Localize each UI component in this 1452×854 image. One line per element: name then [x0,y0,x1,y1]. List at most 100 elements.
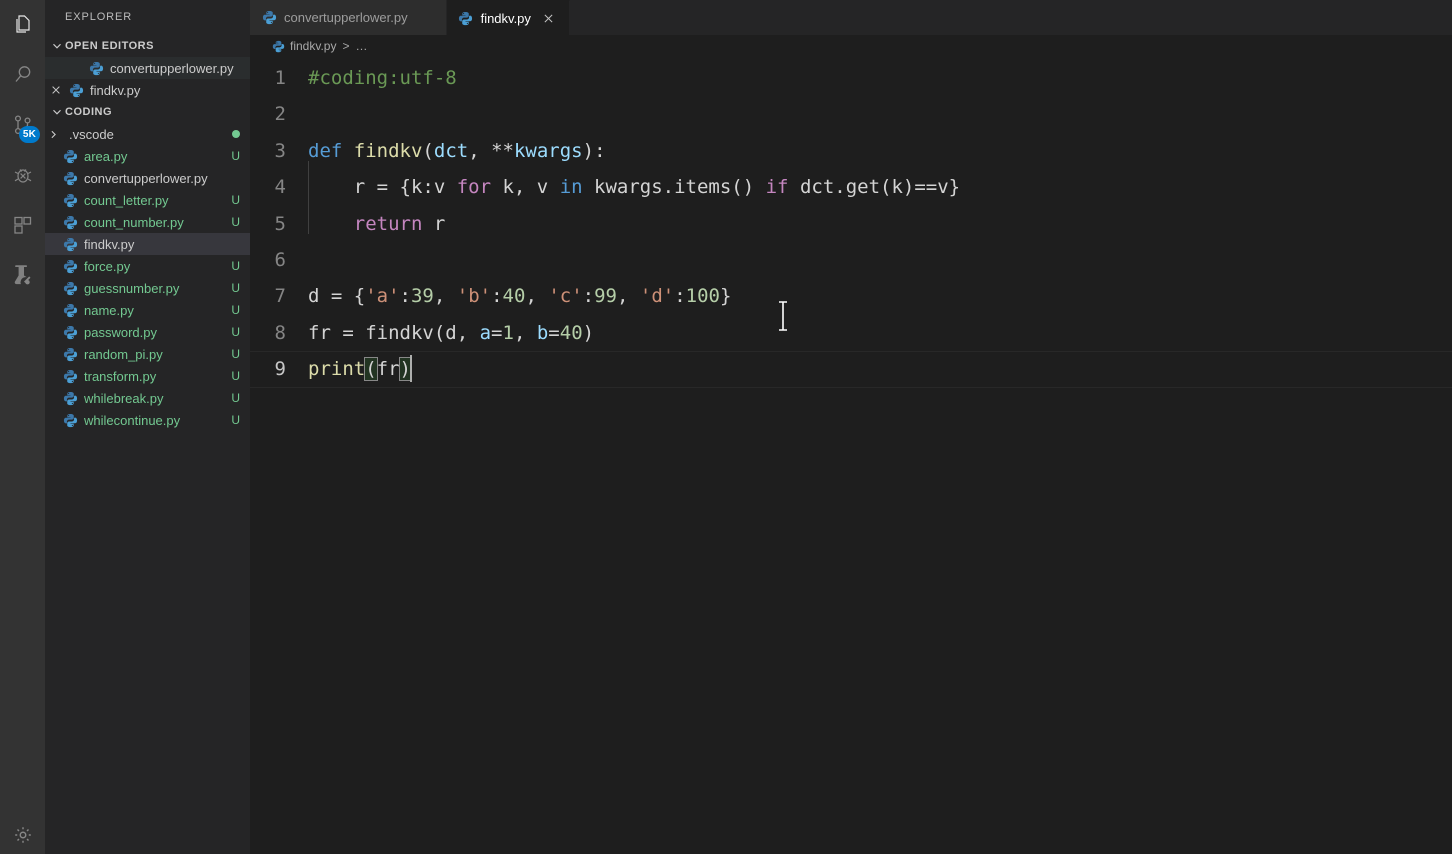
activity-bar-item-source-control[interactable]: 5K [0,100,45,150]
token-keyword: def [308,139,343,162]
explorer-item-vscode[interactable]: .vscode [45,123,250,145]
token-control: if [765,176,789,199]
line-number: 5 [274,212,286,235]
explorer-item-whilecontinue-py[interactable]: whilecontinue.py U [45,409,250,431]
explorer-item-label: findkv.py [84,236,135,252]
git-status-badge: U [231,193,240,207]
code-line[interactable]: 5 return r [250,197,1452,242]
breadcrumb-file[interactable]: findkv.py [290,39,336,53]
python-file-icon [61,259,79,274]
open-editor-item-convertupperlower[interactable]: convertupperlower.py [45,57,250,79]
activity-bar-item-search[interactable] [0,50,45,100]
git-status-badge: U [231,149,240,163]
git-modified-dot-icon [232,130,240,138]
tab-findkv-py[interactable]: findkv.py [446,0,570,35]
activity-bar-item-testing[interactable] [0,250,45,300]
line-number: 6 [274,248,286,271]
token-string: 'd' [639,285,675,308]
git-status-badge: U [231,347,240,361]
open-editor-label: findkv.py [90,82,141,98]
breadcrumb-tail[interactable]: … [355,39,367,53]
explorer-item-transform-py[interactable]: transform.py U [45,365,250,387]
explorer-item-count-letter-py[interactable]: count_letter.py U [45,189,250,211]
code-line[interactable]: 3 def findkv(dct, **kwargs): [250,133,1452,169]
git-status-badge: U [231,281,240,295]
chevron-right-icon [45,128,61,141]
code-line[interactable]: 6 [250,242,1452,278]
token-punct: : [491,285,503,308]
activity-bar-item-manage-settings[interactable] [0,816,45,854]
line-content[interactable]: def findkv(dct, **kwargs): [308,133,1452,169]
explorer-item-whilebreak-py[interactable]: whilebreak.py U [45,387,250,409]
code-line[interactable]: 2 [250,96,1452,132]
explorer-item-name-py[interactable]: name.py U [45,299,250,321]
token-punct: : [582,285,595,308]
python-file-icon [260,10,278,25]
git-status-badge: U [231,259,240,273]
token-plain: fr [376,358,400,381]
python-file-icon [61,237,79,252]
token-punct: , [617,285,640,308]
explorer-item-password-py[interactable]: password.py U [45,321,250,343]
explorer-item-label: area.py [84,148,128,164]
explorer-item-convertupperlower-py[interactable]: convertupperlower.py [45,167,250,189]
line-content[interactable]: print(fr) [308,351,1452,387]
token-plain: k, v [491,176,560,199]
python-file-icon [61,281,79,296]
explorer-item-findkv-py[interactable]: findkv.py [45,233,250,255]
code-line[interactable]: 1 #coding:utf-8 [250,60,1452,96]
line-content[interactable]: return r [308,197,1452,242]
section-header-coding[interactable]: CODING [45,101,250,123]
close-icon[interactable] [45,84,67,96]
explorer-item-count-number-py[interactable]: count_number.py U [45,211,250,233]
token-string: 'c' [548,285,583,308]
code-lines: 1 #coding:utf-8 2 3 def findkv(dct, **kw… [250,57,1452,388]
explorer-item-area-py[interactable]: area.py U [45,145,250,167]
python-file-icon [61,413,79,428]
line-number: 4 [274,176,286,199]
explorer-item-label: guessnumber.py [84,280,180,296]
tab-convertupperlower-py[interactable]: convertupperlower.py [250,0,447,35]
explorer-item-force-py[interactable]: force.py U [45,255,250,277]
explorer-item-label: convertupperlower.py [84,170,208,186]
code-line[interactable]: 4 r = {k:v for k, v in kwargs.items() if… [250,161,1452,205]
token-control: for [456,176,492,199]
line-content[interactable]: r = {k:v for k, v in kwargs.items() if d… [308,161,1452,205]
python-file-icon [61,369,79,384]
code-line[interactable]: 7 d = {'a':39, 'b':40, 'c':99, 'd':100} [250,278,1452,314]
code-line[interactable]: 8 fr = findkv(d, a=1, b=40) [250,315,1452,351]
tab-label: convertupperlower.py [284,10,408,25]
token-punct: ( [422,139,434,162]
section-label-open-editors: OPEN EDITORS [65,40,154,52]
files-icon [11,13,35,37]
sidebar-explorer: EXPLORER OPEN EDITORS convertupperlower.… [45,0,250,854]
extensions-icon [11,213,35,237]
code-line-active[interactable]: 9 print(fr) [250,351,1452,388]
activity-bar-item-extensions[interactable] [0,200,45,250]
python-file-icon [61,347,79,362]
chevron-down-icon [49,101,65,123]
editor-tabs: convertupperlower.py findkv.py [250,0,1452,35]
activity-bar-item-explorer[interactable] [0,0,45,50]
git-status-badge: U [231,369,240,383]
token-plain: r [422,212,446,235]
line-content[interactable]: #coding:utf-8 [308,60,1452,96]
token-punct: ): [582,139,606,162]
open-editor-item-findkv[interactable]: findkv.py [45,79,250,101]
line-number: 1 [274,67,286,89]
explorer-item-guessnumber-py[interactable]: guessnumber.py U [45,277,250,299]
open-editor-label: convertupperlower.py [110,60,234,76]
token-punct: , [468,139,492,162]
explorer-item-random-pi-py[interactable]: random_pi.py U [45,343,250,365]
code-editor[interactable]: 1 #coding:utf-8 2 3 def findkv(dct, **kw… [250,57,1452,854]
line-content[interactable]: fr = findkv(d, a=1, b=40) [308,315,1452,351]
python-file-icon [61,149,79,164]
token-comment: #coding:utf-8 [308,67,457,89]
line-content[interactable]: d = {'a':39, 'b':40, 'c':99, 'd':100} [308,278,1452,314]
section-header-open-editors[interactable]: OPEN EDITORS [45,35,250,57]
indent-guide [308,161,309,198]
line-number: 7 [274,285,286,308]
close-icon[interactable] [539,8,559,28]
activity-bar-item-run-and-debug[interactable] [0,150,45,200]
